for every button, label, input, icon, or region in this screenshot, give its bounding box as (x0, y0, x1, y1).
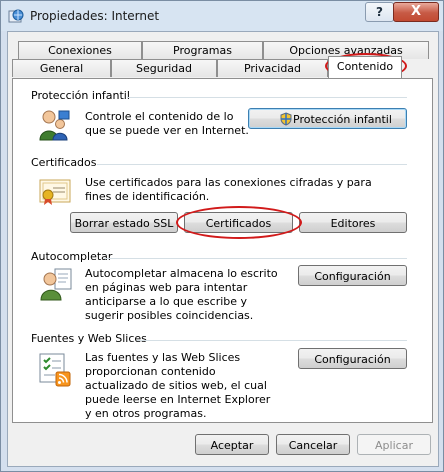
autocomplete-group-title: Autocompletar (31, 250, 113, 263)
certificates-description: Use certificados para las conexiones cif… (85, 176, 372, 203)
parental-control-icon (39, 110, 70, 141)
internet-options-icon (8, 9, 24, 23)
autocomplete-settings-button[interactable]: Configuración (298, 265, 407, 286)
certificates-group-title: Certificados (31, 156, 97, 169)
autocomplete-separator (104, 258, 407, 259)
tab-general[interactable]: General (12, 59, 111, 77)
feeds-icon (39, 353, 71, 387)
parental-control-button[interactable]: Protección infantil (248, 108, 407, 129)
ok-button[interactable]: Aceptar (195, 434, 269, 455)
certificates-separator (97, 164, 407, 165)
certificates-button[interactable]: Certificados (184, 212, 293, 233)
clear-ssl-state-button[interactable]: Borrar estado SSL (70, 212, 178, 233)
tab-programas[interactable]: Programas (142, 41, 263, 59)
parental-button-label: Protección infantil (293, 113, 392, 126)
title-bar[interactable]: Propiedades: Internet ? X (1, 1, 443, 31)
window-title: Propiedades: Internet (30, 9, 160, 23)
tab-seguridad[interactable]: Seguridad (111, 59, 217, 77)
feeds-description: Las fuentes y las Web Slices proporciona… (85, 351, 271, 420)
tab-privacidad[interactable]: Privacidad (217, 59, 328, 77)
autocomplete-description: Autocompletar almacena lo escrito en pág… (85, 267, 278, 322)
publishers-button[interactable]: Editores (299, 212, 407, 233)
tab-conexiones[interactable]: Conexiones (18, 41, 142, 59)
shield-icon (280, 112, 292, 126)
help-button[interactable]: ? (365, 2, 394, 22)
close-button[interactable]: X (393, 2, 439, 22)
internet-properties-window: Propiedades: Internet ? X Conexiones Pro… (0, 0, 444, 472)
parental-description: Controle el contenido de lo que se puede… (85, 110, 249, 137)
feeds-group-title: Fuentes y Web Slices (31, 332, 147, 345)
certificate-icon (39, 179, 71, 205)
feeds-settings-button[interactable]: Configuración (298, 348, 407, 369)
feeds-separator (137, 340, 407, 341)
apply-button[interactable]: Aplicar (357, 434, 431, 455)
parental-separator (127, 97, 407, 98)
tab-contenido[interactable]: Contenido (328, 56, 402, 78)
cancel-button[interactable]: Cancelar (276, 434, 350, 455)
autocomplete-icon (40, 268, 72, 301)
parental-group-title: Protección infantil (31, 89, 130, 102)
